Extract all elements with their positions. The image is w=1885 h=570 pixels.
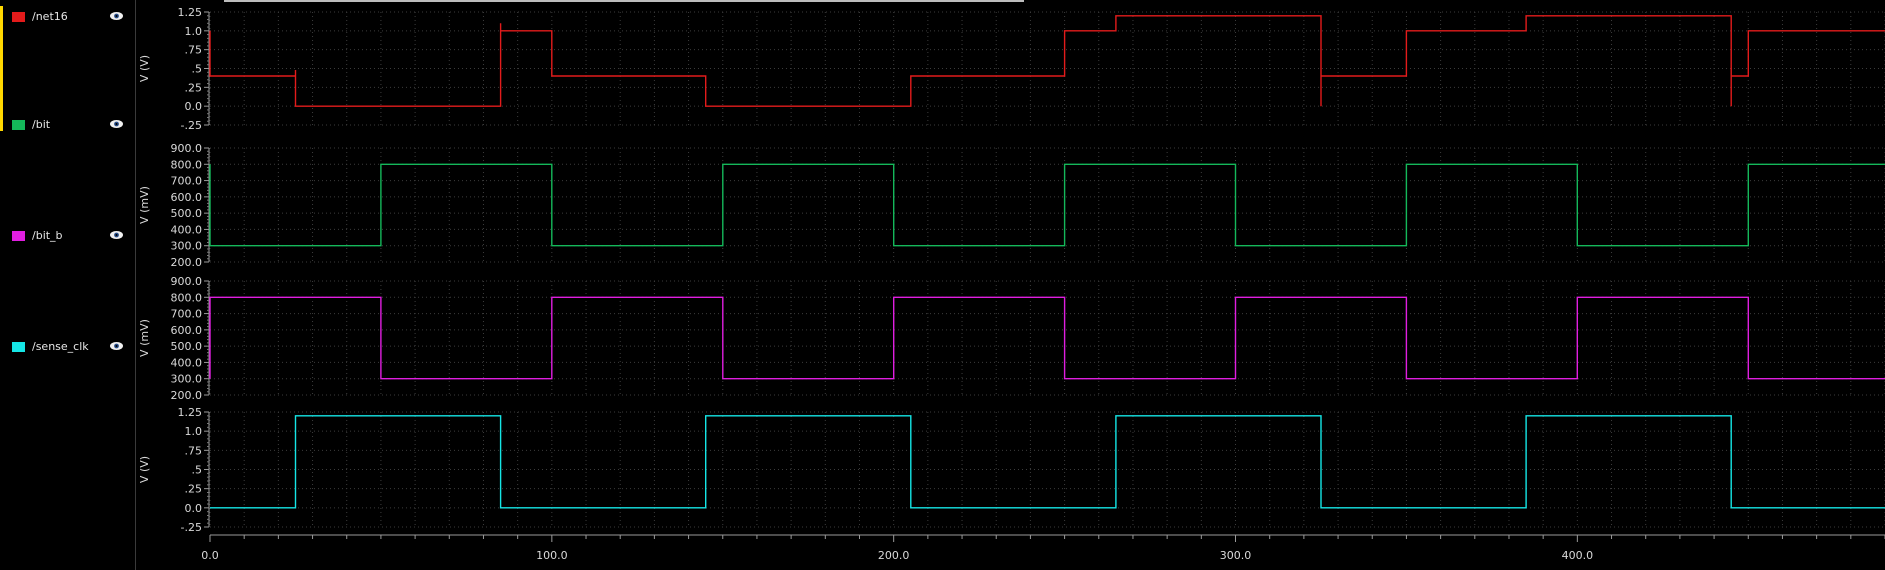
y-tick-label: 500.0 xyxy=(171,340,203,353)
y-tick-label: 1.25 xyxy=(178,6,203,19)
y-tick-label: 300.0 xyxy=(171,240,203,253)
y-tick-label: 600.0 xyxy=(171,324,203,337)
x-tick-label: 0.0 xyxy=(201,549,219,562)
x-tick-label: 200.0 xyxy=(878,549,910,562)
waveform-bit xyxy=(209,163,1885,247)
y-tick-label: 800.0 xyxy=(171,158,203,171)
y-tick-label: 400.0 xyxy=(171,356,203,369)
y-tick-label: 1.0 xyxy=(185,25,203,38)
y-axis-label: V (mV) xyxy=(138,319,151,357)
y-tick-label: 500.0 xyxy=(171,207,203,220)
y-tick-label: 700.0 xyxy=(171,308,203,321)
y-tick-label: 400.0 xyxy=(171,223,203,236)
waveform-sense_clk xyxy=(210,415,1885,509)
y-tick-label: .75 xyxy=(185,44,203,57)
waveform-chart: 1.25 1.0 .75 .5 .25 0.0 -.25 V (V) 900.0 800.0 700… xyxy=(138,6,1885,562)
y-tick-label: 600.0 xyxy=(171,191,203,204)
y-tick-label: 0.0 xyxy=(185,100,203,113)
x-tick-label: 100.0 xyxy=(536,549,568,562)
y-axis-label: V (V) xyxy=(138,456,151,483)
y-tick-label: 0.0 xyxy=(185,502,203,515)
x-tick-label: 400.0 xyxy=(1562,549,1594,562)
y-tick-label: 200.0 xyxy=(171,256,203,269)
waveform-net16 xyxy=(209,15,1885,107)
y-tick-label: 1.25 xyxy=(178,406,203,419)
y-tick-label: 800.0 xyxy=(171,291,203,304)
waveform-bit_b xyxy=(209,296,1885,380)
y-tick-label: 200.0 xyxy=(171,389,203,402)
y-axis-label: V (mV) xyxy=(138,186,151,224)
y-tick-label: 900.0 xyxy=(171,275,203,288)
y-tick-label: 300.0 xyxy=(171,373,203,386)
y-tick-label: .25 xyxy=(185,483,203,496)
y-tick-label: 700.0 xyxy=(171,175,203,188)
y-tick-label: 900.0 xyxy=(171,142,203,155)
y-tick-label: .75 xyxy=(185,444,203,457)
y-axis-label: V (V) xyxy=(138,55,151,82)
y-tick-label: 1.0 xyxy=(185,425,203,438)
y-tick-label: .5 xyxy=(192,63,203,76)
y-tick-label: .25 xyxy=(185,81,203,94)
x-tick-label: 300.0 xyxy=(1220,549,1252,562)
y-tick-label: .5 xyxy=(192,464,203,477)
y-tick-label: -.25 xyxy=(181,119,202,132)
y-tick-label: -.25 xyxy=(181,521,202,534)
